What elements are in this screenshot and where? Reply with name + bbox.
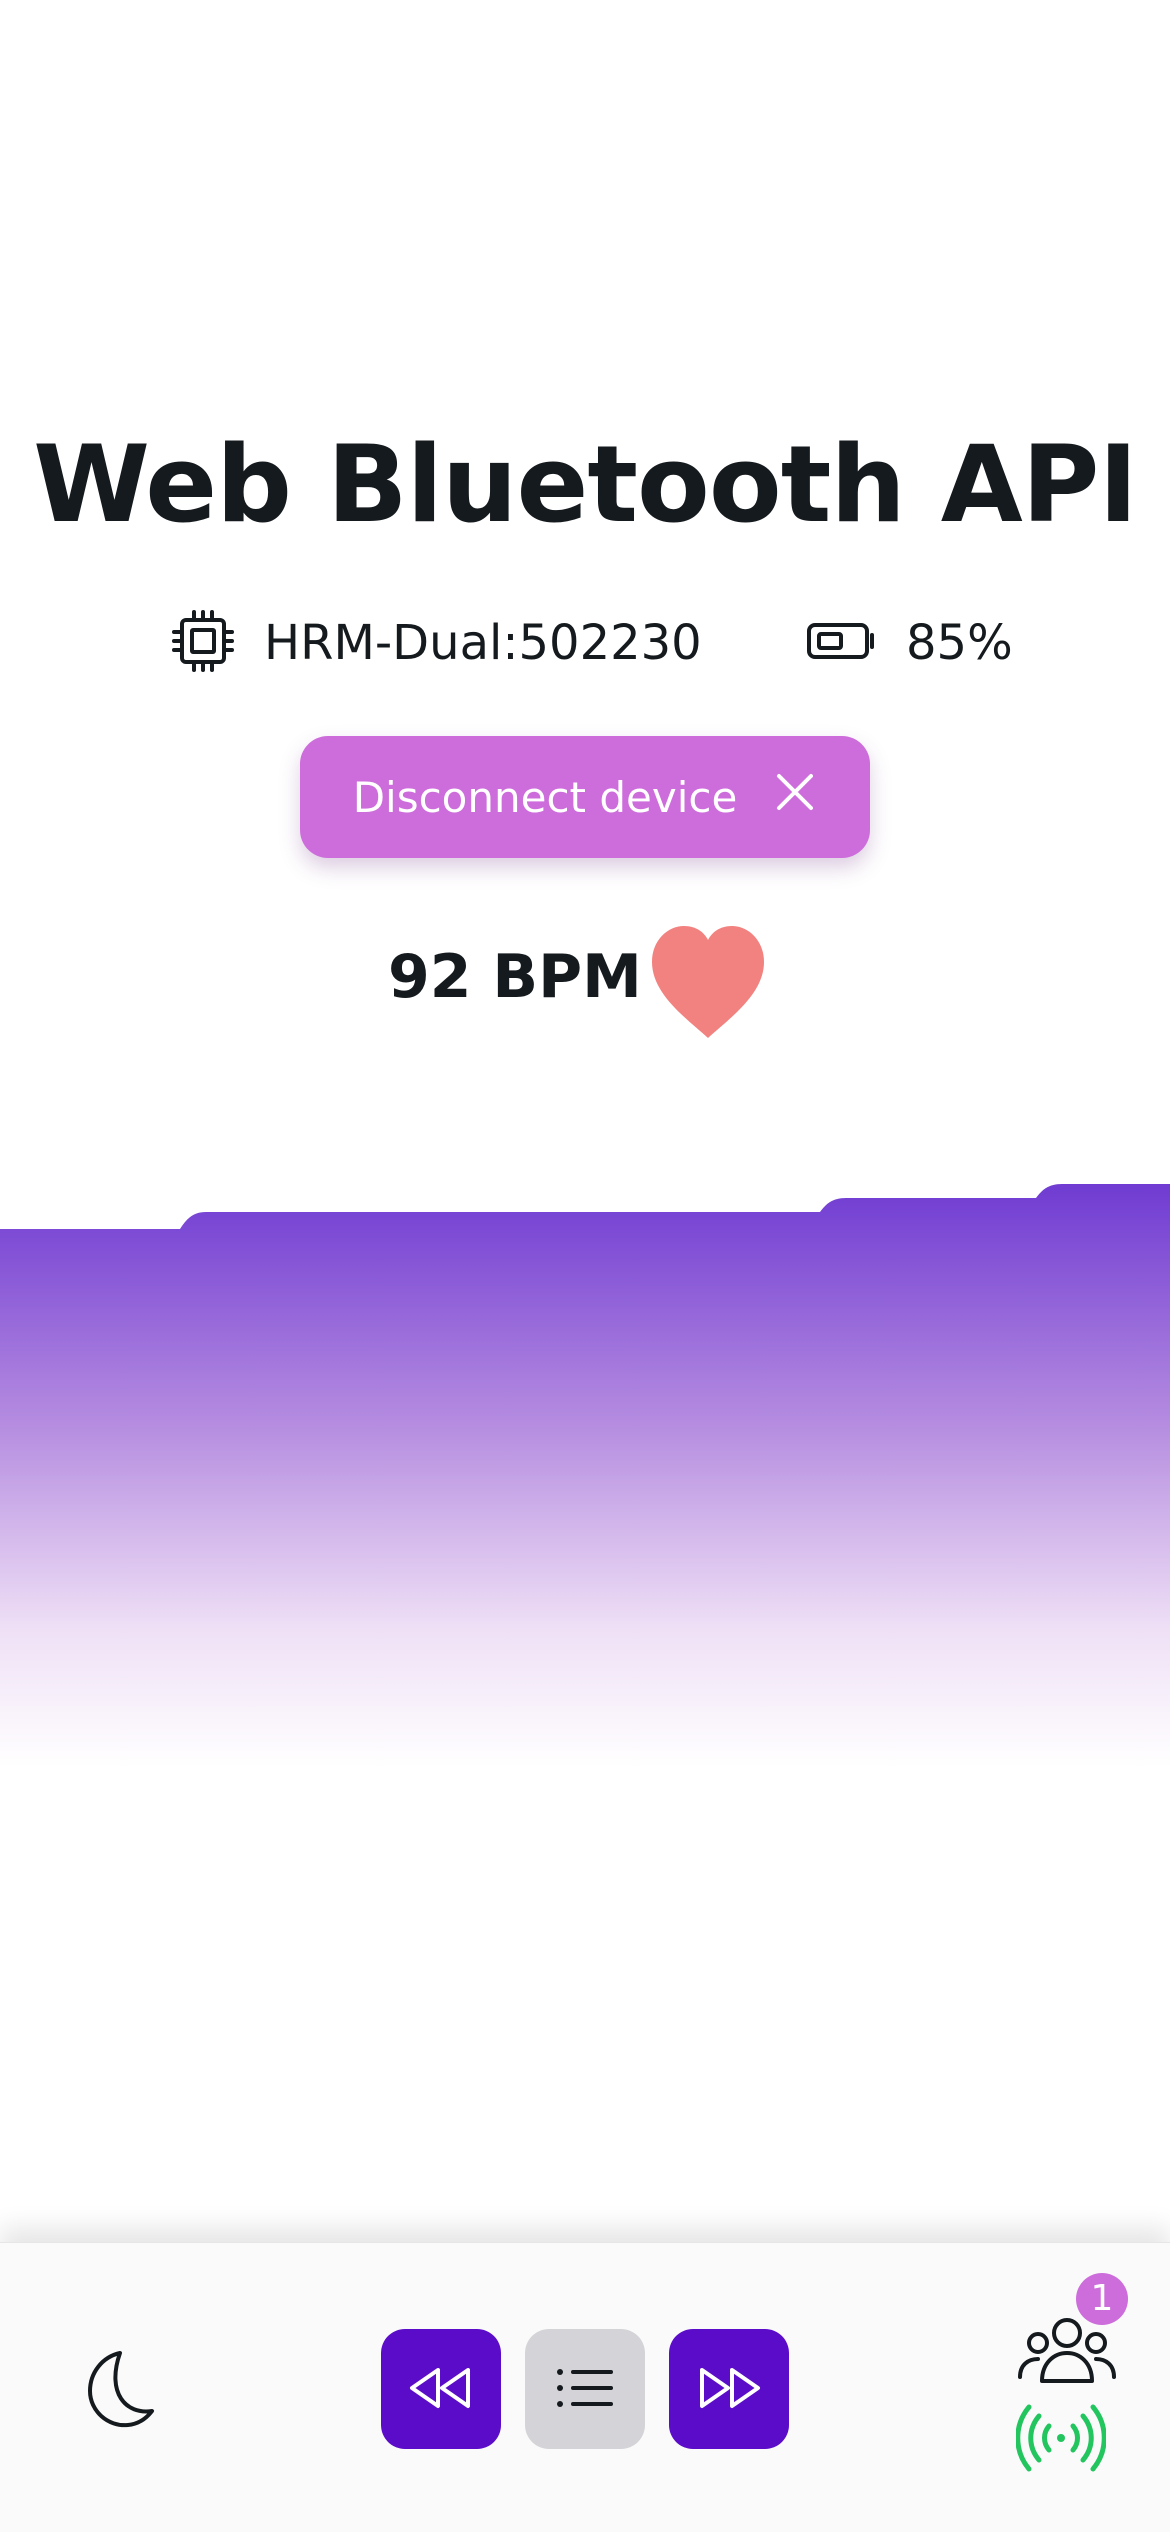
broadcast-signal-icon [1015,2403,1107,2473]
battery-info: 85% [806,605,1013,681]
bottom-toolbar: 1 [0,2242,1170,2532]
moon-icon [78,2351,168,2438]
battery-level: 85% [906,615,1013,671]
heart-icon [646,920,770,1044]
heart-rate-display: 92 BPM [0,920,1170,1050]
heart-rate-area-chart [0,1170,1170,1870]
theme-toggle-button[interactable] [78,2345,168,2435]
fast-forward-icon [696,2366,762,2413]
rewind-icon [408,2366,474,2413]
bpm-value: 92 BPM [388,942,642,1012]
close-icon [773,770,817,824]
page-title: Web Bluetooth API [33,423,1138,546]
battery-icon [806,621,876,665]
list-icon [555,2366,615,2413]
disconnect-device-button[interactable]: Disconnect device [300,736,870,858]
next-button[interactable] [669,2329,789,2449]
users-count-badge: 1 [1076,2273,1128,2325]
disconnect-button-label: Disconnect device [352,772,738,822]
device-info-row: HRM-Dual:502230 85% [0,605,1170,681]
app-screen: Web Bluetooth API HRM-Dual:502230 85% Di… [0,0,1170,2532]
list-button[interactable] [525,2329,645,2449]
device-info: HRM-Dual:502230 [172,605,702,681]
previous-button[interactable] [381,2329,501,2449]
chip-icon [172,610,234,676]
device-name: HRM-Dual:502230 [264,615,702,671]
users-icon [1012,2318,1122,2402]
